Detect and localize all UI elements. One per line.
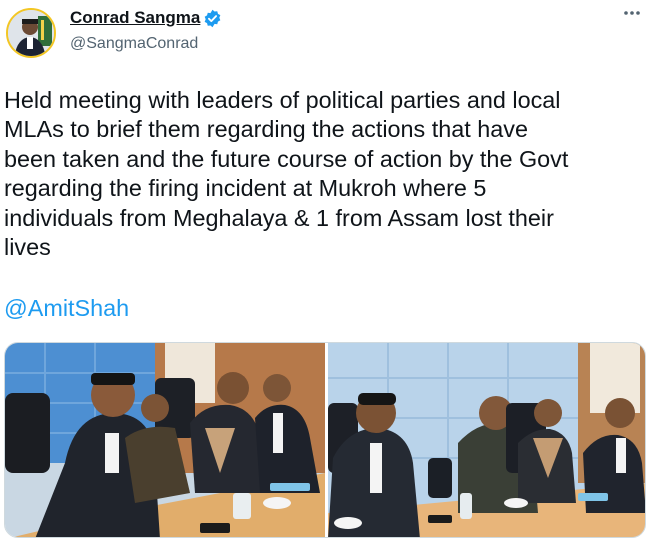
verified-badge-icon (203, 9, 222, 28)
author-avatar[interactable] (6, 8, 56, 58)
media-photo-1[interactable] (5, 343, 325, 537)
media-grid (4, 342, 646, 538)
meeting-photo-2-icon (328, 343, 645, 537)
meeting-photo-1-icon (5, 343, 325, 537)
author-name[interactable]: Conrad Sangma (70, 8, 200, 28)
mention-link[interactable]: @AmitShah (4, 294, 129, 323)
tweet-text: Held meeting with leaders of political p… (4, 87, 569, 261)
author-handle[interactable]: @SangmaConrad (70, 35, 198, 53)
media-photo-2[interactable] (328, 343, 645, 537)
tweet-header: Conrad Sangma @SangmaConrad (0, 0, 650, 70)
avatar-portrait-icon (8, 10, 54, 56)
more-options-icon[interactable] (622, 6, 642, 20)
